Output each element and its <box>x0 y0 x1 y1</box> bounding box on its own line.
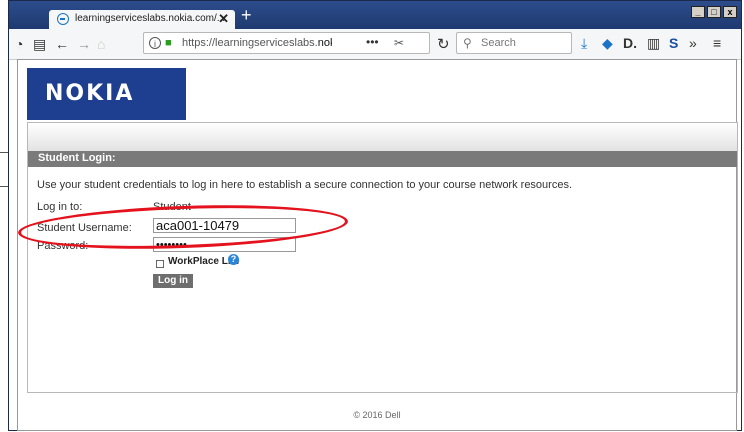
browser-tab[interactable]: learningserviceslabs.nokia.com/... ✕ <box>49 10 235 29</box>
minimize-button[interactable]: _ <box>691 6 705 18</box>
section-title: Student Login: <box>38 152 116 164</box>
close-window-button[interactable]: x <box>723 6 737 18</box>
forward-icon[interactable]: → <box>77 36 91 52</box>
log-in-to-label: Log in to: <box>37 201 83 213</box>
page-actions-icon[interactable]: ••• <box>366 35 379 49</box>
username-label: Student Username: <box>37 222 132 234</box>
tab-title: learningserviceslabs.nokia.com/... <box>75 13 226 24</box>
reload-icon[interactable]: ↻ <box>437 35 450 53</box>
title-bar: learningserviceslabs.nokia.com/... ✕ + _… <box>9 1 741 29</box>
logo-text: NOKIA <box>45 81 135 106</box>
overflow-icon[interactable]: » <box>689 35 697 51</box>
print-icon[interactable]: ▤ <box>33 36 46 53</box>
workplace-lite-checkbox[interactable] <box>156 260 164 268</box>
login-description: Use your student credentials to log in h… <box>37 179 573 191</box>
notification-icon[interactable]: ◆ <box>602 35 613 52</box>
home-icon[interactable]: ⌂ <box>97 36 105 52</box>
log-in-to-value: Student <box>153 201 191 213</box>
s-icon[interactable]: S <box>669 35 678 51</box>
url-text: https://learningserviceslabs.nokia.com <box>182 37 332 49</box>
navigation-toolbar: ◔ ▤ ← → ⌂ i ■ https://learningservicesla… <box>9 29 741 60</box>
panel-header <box>28 123 737 151</box>
globe-icon <box>57 13 69 25</box>
username-field[interactable]: aca001-10479 <box>153 218 296 233</box>
search-placeholder: Search <box>481 37 516 49</box>
password-label: Password: <box>37 240 89 252</box>
page-content: NOKIA Student Login: Use your student cr… <box>17 59 738 431</box>
new-tab-button[interactable]: + <box>241 6 252 24</box>
window-controls: _ □ x <box>691 6 737 18</box>
search-icon: ⚲ <box>463 36 472 50</box>
close-tab-icon[interactable]: ✕ <box>218 11 229 27</box>
browser-window: learningserviceslabs.nokia.com/... ✕ + _… <box>8 0 742 431</box>
section-header: Student Login: <box>28 151 737 167</box>
pocket-icon[interactable]: ✂ <box>394 36 404 50</box>
maximize-button[interactable]: □ <box>707 6 721 18</box>
sidebar-icon[interactable]: ▥ <box>647 35 660 52</box>
footer-copyright: © 2016 Dell <box>353 410 401 420</box>
extension-icon[interactable]: D. <box>623 35 637 51</box>
search-box[interactable]: ⚲ Search <box>456 32 572 54</box>
login-panel: Student Login: Use your student credenti… <box>27 122 738 393</box>
password-field[interactable]: •••••••• <box>153 237 296 252</box>
info-icon[interactable]: i <box>149 37 161 49</box>
download-icon[interactable]: ⤓ <box>581 35 587 52</box>
menu-icon[interactable]: ≡ <box>713 35 721 51</box>
nokia-logo: NOKIA <box>27 68 186 120</box>
identity-icon[interactable]: ◔ <box>15 36 23 52</box>
help-icon[interactable]: ? <box>228 254 239 265</box>
lock-icon: ■ <box>165 37 172 49</box>
login-button[interactable]: Log in <box>153 274 193 288</box>
back-icon[interactable]: ← <box>55 36 69 52</box>
url-bar[interactable]: i ■ https://learningserviceslabs.nokia.c… <box>143 32 430 54</box>
